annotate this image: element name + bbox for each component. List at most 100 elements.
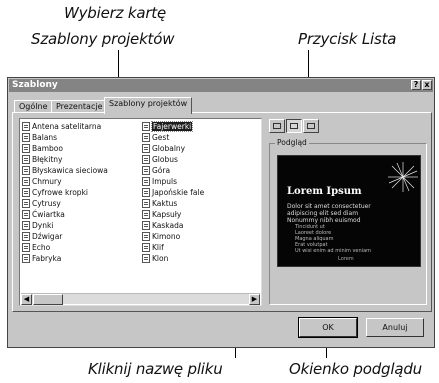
template-list-item[interactable]: Fajerwerki <box>141 121 259 132</box>
template-column-1: Antena satelitarna Balans Bamboo Błękitny Bł… <box>21 121 139 264</box>
template-file-icon <box>22 254 30 263</box>
template-list-item[interactable]: Globalny <box>141 143 259 154</box>
details-view-button[interactable] <box>303 119 319 133</box>
template-list-item-label: Fabryka <box>32 254 62 263</box>
tab-design-templates[interactable]: Szablony projektów <box>104 97 193 114</box>
annotated-screenshot: Wybierz kartę Szablony projektów Przycis… <box>0 0 439 383</box>
template-list-item[interactable]: Gest <box>141 132 259 143</box>
template-list-item[interactable]: Cyfrowe kropki <box>21 187 139 198</box>
template-list-item[interactable]: Globus <box>141 154 259 165</box>
template-list-item[interactable]: Impuls <box>141 176 259 187</box>
template-file-icon <box>142 122 150 131</box>
template-list-item[interactable]: Cytrusy <box>21 198 139 209</box>
template-file-icon <box>22 199 30 208</box>
scroll-right-button[interactable]: ▶ <box>249 294 260 305</box>
template-list-item-label: Kaskada <box>152 221 184 230</box>
template-list-item-label: Fajerwerki <box>150 121 194 132</box>
template-list-item[interactable]: Klif <box>141 242 259 253</box>
template-list-item-label: Antena satelitarna <box>32 122 102 131</box>
template-list-item[interactable]: Klon <box>141 253 259 264</box>
template-list-item-label: Bamboo <box>32 144 63 153</box>
template-list-item-label: Balans <box>32 133 58 142</box>
template-list-item[interactable]: Góra <box>141 165 259 176</box>
template-file-icon <box>142 144 150 153</box>
template-file-icon <box>142 243 150 252</box>
template-column-2: Fajerwerki Gest Globalny Globus Góra Impuls Ja… <box>141 121 259 264</box>
templates-dialog: Szablony ? x Ogólne Prezentacje Szablony… <box>7 77 435 348</box>
template-file-icon <box>22 122 30 131</box>
template-file-icon <box>22 243 30 252</box>
template-file-icon <box>22 221 30 230</box>
template-list-item-label: Błyskawica sieciowa <box>32 166 108 175</box>
template-file-icon <box>22 188 30 197</box>
template-file-icon <box>142 254 150 263</box>
scroll-left-button[interactable]: ◀ <box>21 294 32 305</box>
template-list-item-label: Kapsuły <box>152 210 182 219</box>
fireworks-graphic <box>388 162 418 192</box>
template-list-item-label: Cyfrowe kropki <box>32 188 88 197</box>
preview-slide: Lorem Ipsum Dolor sit amet consectetuer … <box>277 155 421 267</box>
template-list-item-label: Dźwigar <box>32 232 63 241</box>
template-list-item[interactable]: Fabryka <box>21 253 139 264</box>
template-list-item[interactable]: Echo <box>21 242 139 253</box>
help-button[interactable]: ? <box>411 80 421 90</box>
template-list-item[interactable]: Japońskie fale <box>141 187 259 198</box>
template-file-icon <box>22 144 30 153</box>
callout-click-filename: Kliknij nazwę pliku <box>88 360 223 378</box>
tab-panel: Antena satelitarna Balans Bamboo Błękitny Bł… <box>12 112 432 312</box>
template-list-item[interactable]: Dynki <box>21 220 139 231</box>
preview-slide-title: Lorem Ipsum <box>287 186 362 197</box>
template-file-icon <box>142 177 150 186</box>
template-list-item-label: Góra <box>152 166 171 175</box>
ok-button[interactable]: OK <box>298 317 358 338</box>
preview-label: Podgląd <box>275 138 309 147</box>
template-list-item-label: Klon <box>152 254 169 263</box>
template-list-item[interactable]: Bamboo <box>21 143 139 154</box>
large-icons-icon <box>273 123 281 129</box>
template-list-item[interactable]: Dźwigar <box>21 231 139 242</box>
template-list-item[interactable]: Błękitny <box>21 154 139 165</box>
template-list-item-label: Cytrusy <box>32 199 61 208</box>
horizontal-scrollbar[interactable]: ◀ ▶ <box>21 293 260 305</box>
template-file-icon <box>142 199 150 208</box>
template-list-item[interactable]: Kaktus <box>141 198 259 209</box>
dialog-titlebar[interactable]: Szablony <box>9 79 433 92</box>
template-list-item[interactable]: Ćwiartka <box>21 209 139 220</box>
callout-templates-tab: Szablony projektów <box>31 30 175 48</box>
scroll-thumb[interactable] <box>33 294 63 305</box>
template-list-item[interactable]: Balans <box>21 132 139 143</box>
template-list-item-label: Ćwiartka <box>32 210 65 219</box>
template-list-item-label: Echo <box>32 243 51 252</box>
cancel-button[interactable]: Anuluj <box>366 318 424 337</box>
template-list-item[interactable]: Kapsuły <box>141 209 259 220</box>
template-file-icon <box>142 133 150 142</box>
template-file-icon <box>22 133 30 142</box>
template-list-item-label: Impuls <box>152 177 178 186</box>
template-list-item[interactable]: Antena satelitarna <box>21 121 139 132</box>
callout-choose-tab: Wybierz kartę <box>64 4 166 22</box>
template-listbox[interactable]: Antena satelitarna Balans Bamboo Błękitny Bł… <box>19 118 262 306</box>
template-file-icon <box>142 210 150 219</box>
template-list-item[interactable]: Chmury <box>21 176 139 187</box>
template-list-item[interactable]: Kimono <box>141 231 259 242</box>
template-file-icon <box>22 155 30 164</box>
preview-line: Dolor sit amet consectetuer <box>287 203 371 210</box>
preview-line: Nonummy nibh euismod <box>287 217 361 224</box>
large-icons-button[interactable] <box>269 119 285 133</box>
template-list-item-label: Klif <box>152 243 164 252</box>
details-icon <box>307 123 315 129</box>
template-list-item-label: Globus <box>152 155 178 164</box>
template-file-icon <box>142 166 150 175</box>
dialog-title: Szablony <box>12 80 58 90</box>
template-file-icon <box>142 221 150 230</box>
preview-slide-footer: Lorem <box>338 256 354 262</box>
template-file-icon <box>22 210 30 219</box>
template-list-item[interactable]: Błyskawica sieciowa <box>21 165 139 176</box>
template-list-item-label: Gest <box>152 133 170 142</box>
template-list-item[interactable]: Kaskada <box>141 220 259 231</box>
template-file-icon <box>22 166 30 175</box>
callout-preview-window: Okienko podglądu <box>289 360 422 378</box>
list-view-button[interactable] <box>286 119 302 133</box>
preview-line: adipiscing elit sed diam <box>287 210 359 217</box>
close-button[interactable]: x <box>422 80 432 90</box>
